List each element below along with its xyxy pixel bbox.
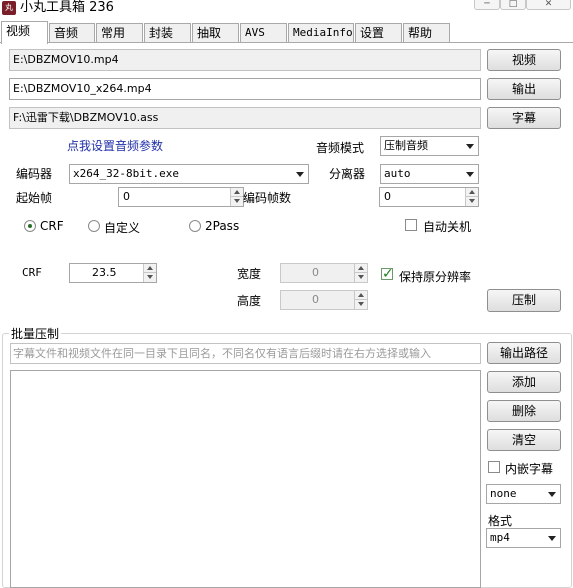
start-frame-spinbox[interactable]: 0 bbox=[118, 187, 244, 207]
output-button[interactable]: 输出 bbox=[487, 78, 561, 100]
spin-up-icon[interactable] bbox=[465, 188, 478, 197]
batch-file-list[interactable] bbox=[10, 370, 481, 588]
encode-frames-spinbox[interactable]: 0 bbox=[379, 187, 479, 207]
width-label: 宽度 bbox=[237, 267, 262, 281]
format-value: mp4 bbox=[490, 531, 510, 544]
delete-button[interactable]: 删除 bbox=[487, 400, 561, 422]
tab-extract[interactable]: 抽取 bbox=[192, 23, 239, 43]
crf-radio-label[interactable]: CRF bbox=[40, 219, 64, 233]
video-button[interactable]: 视频 bbox=[487, 49, 561, 71]
keep-resolution-label[interactable]: 保持原分辨率 bbox=[399, 268, 471, 285]
tab-common[interactable]: 常用 bbox=[96, 23, 143, 43]
title-bar: 丸 小丸工具箱 236 ─ □ ✕ bbox=[0, 0, 573, 20]
height-label: 高度 bbox=[237, 294, 262, 308]
chevron-down-icon bbox=[466, 172, 474, 177]
embed-subtitle-checkbox[interactable] bbox=[488, 461, 500, 473]
chevron-down-icon bbox=[548, 536, 556, 541]
video-path-field[interactable]: E:\DBZMOV10.mp4 bbox=[9, 49, 481, 71]
encoder-label: 编码器 bbox=[16, 167, 53, 181]
auto-shutdown-label[interactable]: 自动关机 bbox=[423, 218, 471, 235]
spin-down-icon[interactable] bbox=[143, 273, 156, 282]
spin-down-icon[interactable] bbox=[465, 197, 478, 206]
minimize-button[interactable]: ─ bbox=[474, 0, 500, 10]
tab-help[interactable]: 帮助 bbox=[403, 23, 450, 43]
subtitle-option-value: none bbox=[490, 487, 517, 500]
start-frame-label: 起始帧 bbox=[16, 191, 53, 205]
encode-frames-value: 0 bbox=[384, 190, 391, 203]
twopass-radio-label[interactable]: 2Pass bbox=[205, 219, 239, 233]
custom-radio-label[interactable]: 自定义 bbox=[104, 219, 140, 236]
close-button[interactable]: ✕ bbox=[526, 0, 571, 10]
tab-avs[interactable]: AVS bbox=[240, 23, 287, 43]
audio-mode-select[interactable]: 压制音频 bbox=[380, 136, 479, 156]
splitter-label: 分离器 bbox=[329, 167, 366, 181]
app-icon: 丸 bbox=[2, 1, 16, 15]
batch-subtitle-input[interactable]: 字幕文件和视频文件在同一目录下且同名，不同名仅有语言后缀时请在右方选择或输入 bbox=[10, 343, 481, 364]
encoder-select[interactable]: x264_32-8bit.exe bbox=[69, 164, 309, 184]
chevron-down-icon bbox=[296, 172, 304, 177]
subtitle-button[interactable]: 字幕 bbox=[487, 107, 561, 129]
auto-shutdown-checkbox[interactable] bbox=[405, 219, 417, 231]
clear-button[interactable]: 清空 bbox=[487, 429, 561, 451]
width-spinbox[interactable]: 0 bbox=[280, 263, 368, 283]
audio-mode-value: 压制音频 bbox=[384, 139, 428, 152]
chevron-down-icon bbox=[466, 144, 474, 149]
crf-radio[interactable] bbox=[24, 220, 36, 232]
crf-spinbox[interactable]: 23.5 bbox=[69, 263, 157, 283]
tab-audio[interactable]: 音频 bbox=[49, 23, 95, 43]
tab-video[interactable]: 视频 bbox=[1, 21, 48, 44]
start-frame-value: 0 bbox=[123, 190, 130, 203]
subtitle-path-field[interactable]: F:\迅雷下载\DBZMOV10.ass bbox=[9, 107, 481, 129]
compress-button[interactable]: 压制 bbox=[487, 289, 561, 312]
encode-frames-label: 编码帧数 bbox=[243, 191, 292, 205]
spin-down-icon bbox=[354, 300, 367, 309]
checkmark-icon: ✓ bbox=[382, 266, 394, 282]
embed-subtitle-label[interactable]: 内嵌字幕 bbox=[505, 460, 553, 477]
audio-settings-link[interactable]: 点我设置音频参数 bbox=[67, 137, 163, 154]
spin-down-icon bbox=[354, 273, 367, 282]
encoder-value: x264_32-8bit.exe bbox=[73, 167, 179, 180]
format-select[interactable]: mp4 bbox=[486, 528, 561, 548]
window-title: 小丸工具箱 236 bbox=[20, 0, 114, 15]
splitter-select[interactable]: auto bbox=[380, 164, 479, 184]
width-value: 0 bbox=[312, 266, 319, 279]
crf-value: 23.5 bbox=[92, 266, 117, 279]
format-label: 格式 bbox=[488, 514, 513, 528]
subtitle-option-select[interactable]: none bbox=[486, 484, 561, 504]
keep-resolution-checkbox[interactable]: ✓ bbox=[381, 266, 394, 282]
spin-up-icon bbox=[354, 291, 367, 300]
spin-up-icon[interactable] bbox=[230, 188, 243, 197]
output-path-field[interactable]: E:\DBZMOV10_x264.mp4 bbox=[9, 78, 481, 100]
splitter-value: auto bbox=[384, 167, 411, 180]
tab-strip: 视频 音频 常用 封装 抽取 AVS MediaInfo 设置 帮助 bbox=[0, 21, 573, 44]
spin-up-icon[interactable] bbox=[143, 264, 156, 273]
crf-label: CRF bbox=[22, 266, 42, 279]
tab-mediainfo[interactable]: MediaInfo bbox=[288, 23, 354, 43]
spin-up-icon bbox=[354, 264, 367, 273]
custom-radio[interactable] bbox=[88, 220, 100, 232]
tab-settings[interactable]: 设置 bbox=[355, 23, 402, 43]
height-value: 0 bbox=[312, 293, 319, 306]
add-button[interactable]: 添加 bbox=[487, 371, 561, 393]
twopass-radio[interactable] bbox=[189, 220, 201, 232]
output-path-button[interactable]: 输出路径 bbox=[487, 342, 561, 364]
height-spinbox[interactable]: 0 bbox=[280, 290, 368, 310]
spin-down-icon[interactable] bbox=[230, 197, 243, 206]
tab-mux[interactable]: 封装 bbox=[144, 23, 191, 43]
audio-mode-label: 音频模式 bbox=[316, 141, 365, 155]
batch-title: 批量压制 bbox=[9, 325, 62, 342]
chevron-down-icon bbox=[548, 492, 556, 497]
maximize-button[interactable]: □ bbox=[500, 0, 526, 10]
